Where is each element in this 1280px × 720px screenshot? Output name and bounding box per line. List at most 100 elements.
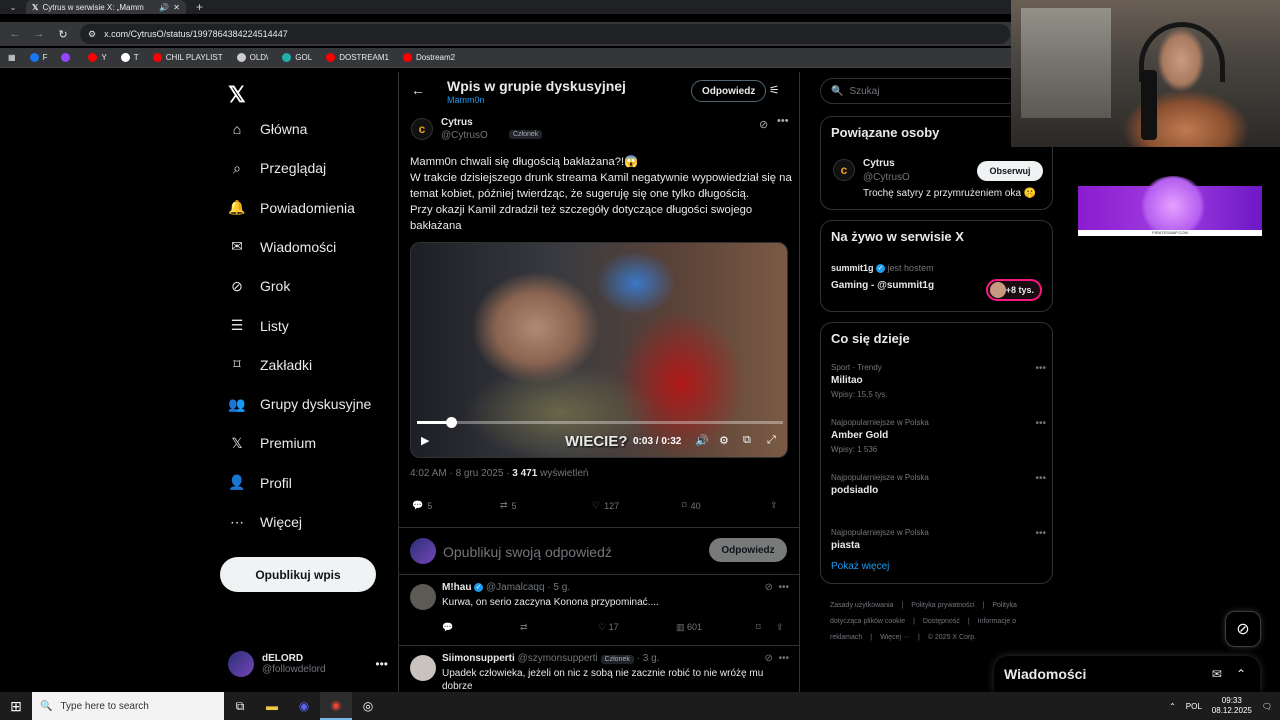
file-explorer-icon[interactable]: ▬ (256, 692, 288, 720)
browser-tab[interactable]: 𝕏 Cytrus w serwisie X: „Mamm 🔊 ✕ (26, 0, 186, 14)
video-progress-track[interactable] (417, 421, 783, 424)
nav-item[interactable]: ⋯ Więcej (228, 513, 302, 531)
comment-author[interactable]: Siimonsupperti (442, 653, 515, 664)
nav-item[interactable]: ⌑ Zakładki (228, 356, 312, 374)
trend-item[interactable]: Najpopularniejsze w Polska podsiadlo ••• (831, 473, 1046, 500)
tray-chevron-icon[interactable]: ⌃ (1169, 702, 1176, 711)
bookmark-item[interactable]: Dostream2 (402, 53, 455, 62)
x-logo-icon[interactable]: 𝕏 (228, 82, 246, 108)
speaker-icon[interactable]: 🔊 (159, 3, 169, 12)
nav-item[interactable]: ⊘ Grok (228, 277, 290, 295)
video-progress-knob[interactable] (446, 417, 458, 428)
bookmark-item[interactable]: OLD\ (236, 53, 268, 62)
avatar[interactable] (410, 584, 436, 610)
bookmark-item[interactable]: F (29, 53, 47, 62)
expand-up-icon[interactable]: ⌃ (1236, 667, 1246, 681)
nav-item[interactable]: 👥 Grupy dyskusyjne (228, 395, 371, 413)
grok-icon[interactable]: ⊘ (759, 118, 768, 131)
grok-icon[interactable]: ⊘ (765, 582, 773, 593)
post-timestamp[interactable]: 4:02 AM · 8 gru 2025 · (410, 468, 512, 479)
bookmark-action[interactable]: ⌑ 40 (682, 500, 701, 511)
bookmark-item[interactable]: GOL (282, 53, 312, 62)
footer-link[interactable]: Więcej ··· (880, 634, 910, 641)
share-icon[interactable]: ⇪ (776, 622, 784, 633)
reply-icon[interactable]: 💬 (442, 622, 453, 633)
nav-item[interactable]: ⌂ Główna (228, 120, 308, 138)
settings-gear-icon[interactable]: ⚙ (719, 434, 729, 447)
video-player[interactable]: WIECIE? ▶ 0:03 / 0:32 🔊 ⚙ ⧉ ⤢ (410, 242, 788, 458)
comment-handle[interactable]: @szymonsupperti (518, 653, 598, 664)
discord-icon[interactable]: ◉ (288, 692, 320, 720)
windows-start-icon[interactable]: ⊞ (0, 692, 32, 720)
fullscreen-icon[interactable]: ⤢ (767, 434, 776, 447)
repost-action[interactable]: ⇄ 5 (500, 500, 517, 511)
bookmark-item[interactable]: DOSTREAM1 (326, 53, 389, 62)
tab-search-icon[interactable]: ⌄ (0, 0, 26, 14)
more-dots-icon[interactable]: ••• (1035, 473, 1046, 484)
related-handle[interactable]: @CytrusO (863, 172, 910, 183)
nav-item[interactable]: ☰ Listy (228, 317, 289, 335)
messages-drawer[interactable]: Wiadomości ✉ ⌃ (994, 656, 1260, 692)
footer-link[interactable]: © 2025 X Corp. (928, 634, 976, 641)
bookmark-item[interactable]: Y (88, 53, 107, 62)
tab-close-icon[interactable]: ✕ (173, 3, 180, 12)
bookmark-item[interactable] (61, 53, 74, 62)
author-handle[interactable]: @CytrusO (441, 130, 488, 141)
like-action[interactable]: ♡ 17 (598, 622, 619, 633)
views-action[interactable]: ▥ 601 (676, 622, 702, 633)
author-avatar[interactable]: c (411, 118, 433, 140)
comment-handle[interactable]: @Jamalcaqq (486, 582, 545, 593)
reply-header-button[interactable]: Odpowiedz (691, 80, 767, 102)
grok-fab-icon[interactable]: ⊘ (1225, 611, 1261, 647)
back-icon[interactable]: ← (8, 28, 22, 40)
live-card[interactable]: Na żywo w serwisie X summit1g ✓ jest hos… (820, 220, 1053, 312)
language-indicator[interactable]: POL (1186, 702, 1202, 711)
list-item[interactable]: M!hau ✓ @Jamalcaqq · 5 g. ⊘ ••• Kurwa, o… (399, 576, 799, 646)
more-dots-icon[interactable]: ••• (1035, 363, 1046, 374)
account-switcher[interactable]: dELORD @followdelord ••• (228, 647, 388, 681)
avatar[interactable] (410, 655, 436, 681)
more-dots-icon[interactable]: ••• (777, 115, 789, 127)
nav-item[interactable]: ⌕ Przeglądaj (228, 159, 326, 177)
grok-icon[interactable]: ⊘ (765, 653, 773, 664)
forward-icon[interactable]: → (32, 28, 46, 40)
new-message-icon[interactable]: ✉ (1212, 667, 1222, 681)
more-dots-icon[interactable]: ••• (375, 657, 388, 671)
more-dots-icon[interactable]: ••• (778, 582, 789, 593)
reply-action[interactable]: 💬 5 (412, 500, 432, 511)
play-icon[interactable]: ▶ (421, 434, 429, 447)
post-button[interactable]: Opublikuj wpis (220, 557, 376, 592)
nav-item[interactable]: ✉ Wiadomości (228, 238, 336, 256)
nav-item[interactable]: 👤 Profil (228, 474, 292, 492)
ad-banner[interactable]: PIRATESWAP.COM (1078, 176, 1262, 236)
reload-icon[interactable]: ↻ (56, 28, 70, 41)
related-name[interactable]: Cytrus (863, 158, 895, 169)
app-icon[interactable]: ◎ (352, 692, 384, 720)
list-item[interactable]: Siimonsupperti @szymonsupperti Członek ·… (399, 647, 799, 692)
reply-input[interactable]: Opublikuj swoją odpowiedź (443, 544, 612, 560)
site-info-icon[interactable]: ⚙ (88, 29, 96, 40)
footer-link[interactable]: Dostępność (923, 618, 960, 625)
reply-submit-button[interactable]: Odpowiedz (709, 538, 787, 562)
more-dots-icon[interactable]: ••• (1035, 528, 1046, 539)
search-input[interactable]: 🔍 Szukaj (820, 78, 1020, 104)
comment-time[interactable]: · 3 g. (637, 653, 660, 664)
url-input[interactable]: ⚙ x.com/CytrusO/status/19978643842245144… (80, 24, 1010, 44)
more-dots-icon[interactable]: ••• (1035, 418, 1046, 429)
volume-icon[interactable]: 🔊 (695, 434, 709, 447)
follow-button[interactable]: Obserwuj (977, 161, 1043, 181)
new-tab-icon[interactable]: + (196, 0, 203, 14)
bookmark-item[interactable]: T (120, 53, 139, 62)
apps-icon[interactable]: ▦ (8, 53, 16, 62)
show-more-link[interactable]: Pokaż więcej (831, 561, 889, 572)
clock[interactable]: 09:33 08.12.2025 (1212, 696, 1252, 716)
chrome-icon[interactable]: ◉ (320, 692, 352, 720)
trend-item[interactable]: Najpopularniejsze w Polska Amber Gold Wpis… (831, 418, 1046, 454)
like-action[interactable]: ♡ 127 (592, 500, 619, 511)
footer-link[interactable]: Polityka prywatności (911, 602, 974, 609)
comment-time[interactable]: · 5 g. (547, 582, 570, 593)
author-name[interactable]: Cytrus (441, 117, 473, 128)
sliders-icon[interactable]: ⚟ (769, 83, 780, 97)
task-view-icon[interactable]: ⧉ (224, 692, 256, 720)
trend-item[interactable]: Najpopularniejsze w Polska piasta ••• (831, 528, 1046, 555)
